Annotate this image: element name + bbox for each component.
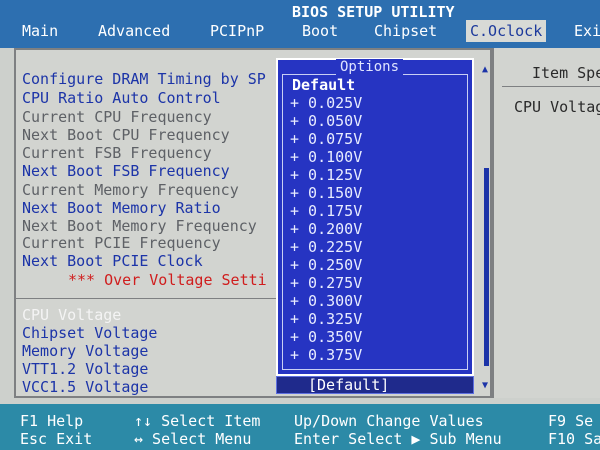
item-vcc15-voltage[interactable]: VCC1.5 Voltage: [22, 378, 148, 396]
item-next-boot-fsb-frequency[interactable]: Next Boot FSB Frequency: [22, 162, 230, 180]
option-value[interactable]: + 0.225V: [290, 238, 362, 256]
item-next-boot-pcie-clock[interactable]: Next Boot PCIE Clock: [22, 252, 203, 270]
key-f1-help: F1 Help: [20, 412, 84, 430]
item-vtt12-voltage[interactable]: VTT1.2 Voltage: [22, 360, 148, 378]
item-current-fsb-frequency: Current FSB Frequency: [22, 144, 212, 162]
menu-chipset[interactable]: Chipset: [374, 20, 437, 42]
key-select-menu: ↔ Select Menu: [134, 430, 252, 448]
over-voltage-heading: *** Over Voltage Setti: [68, 271, 267, 289]
item-next-boot-memory-frequency: Next Boot Memory Frequency: [22, 217, 257, 235]
options-title: Options: [336, 59, 404, 75]
item-configure-dram-timing[interactable]: Configure DRAM Timing by SP: [22, 70, 266, 88]
scrollbar-thumb[interactable]: [484, 168, 489, 366]
item-next-boot-cpu-frequency: Next Boot CPU Frequency: [22, 126, 230, 144]
scroll-up-icon[interactable]: ▲: [482, 64, 488, 75]
key-esc-exit: Esc Exit: [20, 430, 93, 448]
item-chipset-voltage[interactable]: Chipset Voltage: [22, 324, 157, 342]
key-f9: F9 Se: [548, 412, 594, 430]
help-text: CPU Voltage: [514, 98, 600, 116]
option-value[interactable]: + 0.375V: [290, 346, 362, 364]
key-help-bar: F1 Help Esc Exit ↑↓ Select Item ↔ Select…: [0, 404, 600, 450]
menu-exit[interactable]: Exi: [574, 20, 600, 42]
option-value[interactable]: + 0.350V: [290, 328, 362, 346]
option-value[interactable]: + 0.175V: [290, 202, 362, 220]
key-f10: F10 Sa: [548, 430, 600, 448]
scroll-down-icon[interactable]: ▼: [482, 380, 488, 391]
option-value[interactable]: + 0.125V: [290, 166, 362, 184]
item-memory-voltage[interactable]: Memory Voltage: [22, 342, 148, 360]
menu-boot[interactable]: Boot: [302, 20, 338, 42]
item-next-boot-memory-ratio[interactable]: Next Boot Memory Ratio: [22, 199, 221, 217]
help-divider: [502, 86, 600, 87]
option-value[interactable]: + 0.275V: [290, 274, 362, 292]
help-title: Item Spe: [532, 64, 600, 82]
item-cpu-voltage[interactable]: CPU Voltage: [22, 306, 121, 324]
key-select-item: ↑↓ Select Item: [134, 412, 261, 430]
menu-advanced[interactable]: Advanced: [98, 20, 170, 42]
option-value[interactable]: + 0.050V: [290, 112, 362, 130]
option-value[interactable]: + 0.200V: [290, 220, 362, 238]
option-value[interactable]: + 0.250V: [290, 256, 362, 274]
item-cpu-ratio-auto-control[interactable]: CPU Ratio Auto Control: [22, 89, 221, 107]
menu-bar: BIOS SETUP UTILITY Main Advanced PCIPnP …: [0, 0, 600, 48]
menu-c-oclock[interactable]: C.Oclock: [466, 20, 547, 42]
key-enter-select: Enter Select ▶ Sub Menu: [294, 430, 502, 448]
item-current-memory-frequency: Current Memory Frequency: [22, 181, 239, 199]
option-value[interactable]: + 0.075V: [290, 130, 362, 148]
menu-main[interactable]: Main: [22, 20, 58, 42]
option-default[interactable]: Default: [292, 76, 355, 94]
section-divider: [16, 298, 296, 299]
item-current-cpu-frequency: Current CPU Frequency: [22, 108, 212, 126]
option-value[interactable]: + 0.300V: [290, 292, 362, 310]
key-change-values: Up/Down Change Values: [294, 412, 484, 430]
current-value: [Default]: [308, 376, 390, 394]
item-current-pcie-frequency: Current PCIE Frequency: [22, 234, 221, 252]
option-value[interactable]: + 0.100V: [290, 148, 362, 166]
option-value[interactable]: + 0.025V: [290, 94, 362, 112]
option-value[interactable]: + 0.325V: [290, 310, 362, 328]
option-value[interactable]: + 0.150V: [290, 184, 362, 202]
bios-title: BIOS SETUP UTILITY: [292, 3, 455, 21]
menu-pcipnp[interactable]: PCIPnP: [210, 20, 264, 42]
bios-screen: BIOS SETUP UTILITY Main Advanced PCIPnP …: [0, 0, 600, 450]
